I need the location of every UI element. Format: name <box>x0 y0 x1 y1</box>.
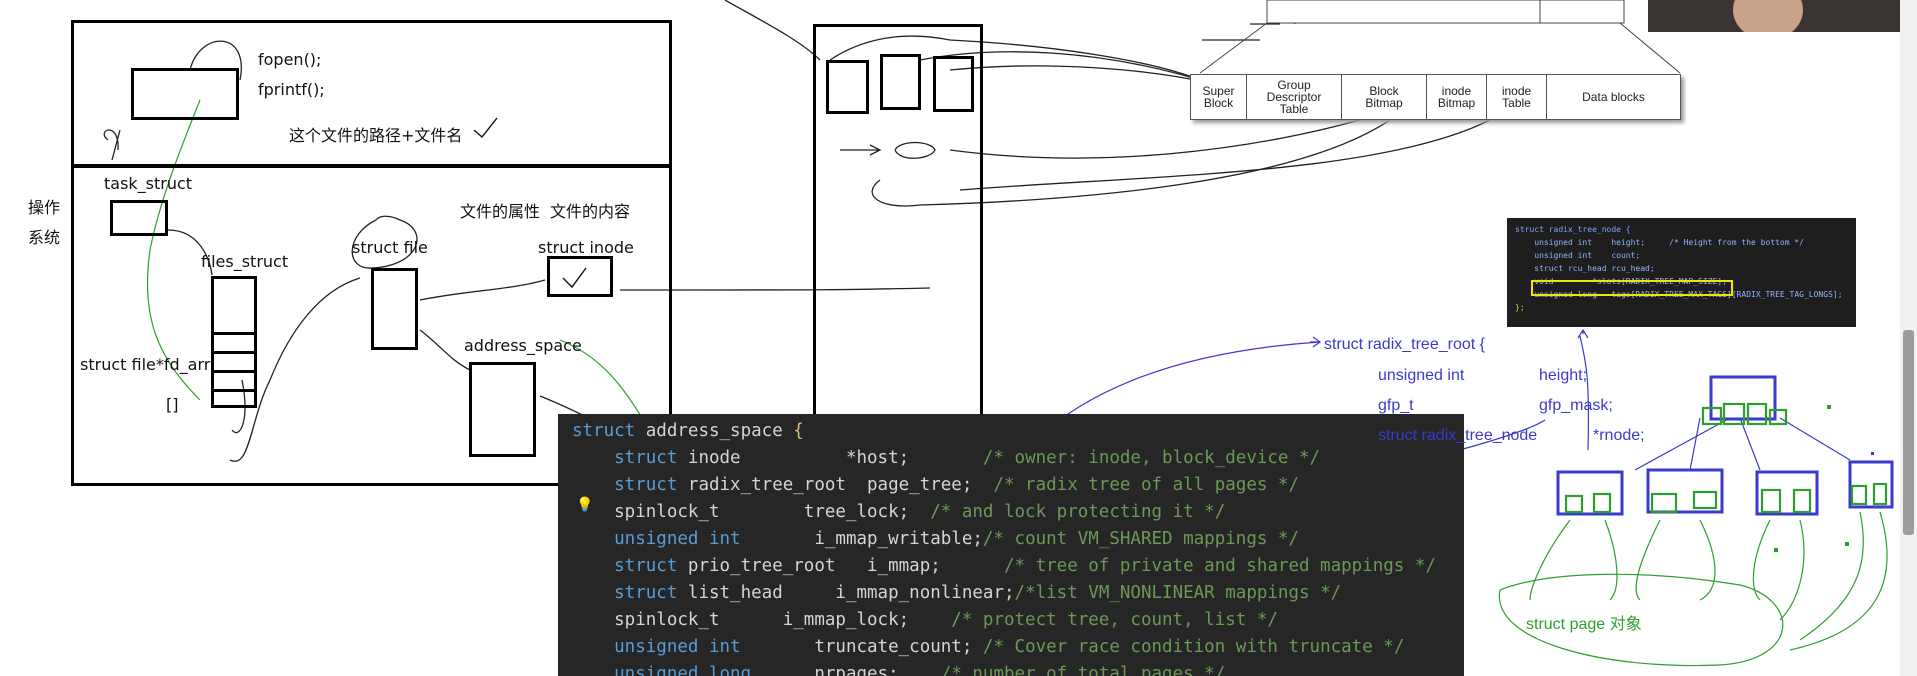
code-line: spinlock_t tree_lock; /* and lock protec… <box>572 499 1225 526</box>
code-token: unsigned int <box>572 529 752 549</box>
ext2-cell-block-bitmap: Block Bitmap <box>1342 75 1427 119</box>
mini-code-line: }; <box>1515 303 1525 312</box>
fopen-label: fopen(); <box>258 50 322 69</box>
code-line: struct prio_tree_root i_mmap; /* tree of… <box>572 553 1436 580</box>
highlight-slots <box>1531 280 1733 296</box>
code-token: unsigned int <box>572 637 752 657</box>
struct-file-label: struct file <box>352 238 428 257</box>
ext2-cell-inode-bitmap: inode Bitmap <box>1427 75 1487 119</box>
radix-root-line2b: height; <box>1539 367 1588 384</box>
address-space-rect <box>469 362 536 457</box>
ext2-cell-super-block: Super Block <box>1191 75 1247 119</box>
code-token: { <box>793 421 804 441</box>
code-token: truncate_count; <box>751 637 983 657</box>
code-token: struct <box>572 556 688 576</box>
struct-page-label: struct page 对象 <box>1526 616 1642 633</box>
file-content-label: 文件的内容 <box>550 202 631 221</box>
fd-arr-label: struct file*fd_arr <box>80 355 211 374</box>
webcam-overlay <box>1648 0 1900 32</box>
os-label: 操作 系统 <box>28 198 61 247</box>
mini-code-line: struct rcu_head rcu_head; <box>1515 264 1655 273</box>
address-space-label: address_space <box>464 336 582 355</box>
code-token: /* radix tree of all pages */ <box>993 475 1299 495</box>
struct-inode-label: struct inode <box>538 238 634 257</box>
disk-block-2 <box>880 54 921 110</box>
fd-slot-2 <box>211 370 257 392</box>
code-token: inode *host; <box>687 448 983 468</box>
file-attr-label: 文件的属性 <box>460 202 541 221</box>
code-token: /* number of total pages */ <box>940 664 1226 676</box>
code-token: spinlock_t tree_lock; <box>572 502 931 522</box>
code-token: /* protect tree, count, list */ <box>951 610 1278 630</box>
path-label: 这个文件的路径+文件名 <box>289 126 463 145</box>
code-token: list_head i_mmap_nonlinear; <box>687 583 1015 603</box>
code-token: address_space <box>645 421 794 441</box>
radix-root-line3b: gfp_mask; <box>1539 397 1613 414</box>
scrollbar-thumb[interactable] <box>1903 330 1914 535</box>
user-buffer-rect <box>131 68 239 120</box>
radix-tree-node-code: struct radix_tree_node { unsigned int he… <box>1507 218 1856 327</box>
radix-root-line3a: gfp_t <box>1378 397 1414 414</box>
mini-code-line: unsigned int count; <box>1515 251 1641 260</box>
disk-block-1 <box>826 60 869 114</box>
radix-root-line4a: struct radix_tree_node <box>1378 427 1538 444</box>
address-space-code: struct address_space { struct inode *hos… <box>558 414 1464 676</box>
code-token: prio_tree_root i_mmap; <box>687 556 1004 576</box>
code-line: struct inode *host; /* owner: inode, blo… <box>572 445 1320 472</box>
code-line: struct address_space { <box>572 418 804 445</box>
ext2-cell-data-blocks: Data blocks <box>1582 90 1645 104</box>
code-token: /* Cover race condition with truncate */ <box>982 637 1405 657</box>
code-token: nrpages; <box>761 664 941 676</box>
code-token: i_mmap_writable; <box>751 529 983 549</box>
code-token: /* owner: inode, block_device */ <box>982 448 1321 468</box>
code-line: spinlock_t i_mmap_lock; /* protect tree,… <box>572 607 1278 634</box>
task-struct-rect <box>110 200 168 236</box>
code-token: /* and lock protecting it */ <box>930 502 1226 522</box>
struct-file-rect <box>371 268 418 350</box>
code-token: /* count VM_SHARED mappings */ <box>982 529 1299 549</box>
fprintf-label: fprintf(); <box>258 80 325 99</box>
code-token: unsigned long <box>572 664 762 676</box>
code-line: unsigned long nrpages; /* number of tota… <box>572 661 1225 676</box>
code-line: unsigned int i_mmap_writable;/* count VM… <box>572 526 1299 553</box>
mini-code-line: struct radix_tree_node { <box>1515 225 1631 234</box>
ext2-cell-inode-table: inode Table <box>1487 75 1547 119</box>
code-token: struct <box>572 448 688 468</box>
code-line: struct radix_tree_root page_tree; /* rad… <box>572 472 1299 499</box>
ext2-layout-table: Super Block Group Descriptor Table Block… <box>1190 74 1681 120</box>
radix-root-line4b: *rnode; <box>1593 427 1645 444</box>
struct-inode-rect <box>547 256 613 297</box>
radix-root-line2a: unsigned int <box>1378 367 1465 384</box>
code-line: struct list_head i_mmap_nonlinear;/*list… <box>572 580 1341 607</box>
files-struct-label: files_struct <box>201 252 289 271</box>
task-struct-label: task_struct <box>104 174 193 193</box>
brackets-label: [] <box>166 395 179 414</box>
ext2-cell-gdt: Group Descriptor Table <box>1247 75 1342 119</box>
code-token: /* tree of private and shared mappings *… <box>1003 556 1436 576</box>
fd-slot-1 <box>211 332 257 354</box>
code-line: unsigned int truncate_count; /* Cover ra… <box>572 634 1404 661</box>
mini-code-line: unsigned int height; /* Height from the … <box>1515 238 1804 247</box>
code-token: struct <box>572 421 646 441</box>
code-token: struct <box>572 583 688 603</box>
code-token: spinlock_t i_mmap_lock; <box>572 610 952 630</box>
code-token: radix_tree_root page_tree; <box>687 475 994 495</box>
code-token: /*list VM_NONLINEAR mappings */ <box>1014 583 1342 603</box>
code-token: struct <box>572 475 688 495</box>
disk-block-3 <box>933 56 974 112</box>
lightbulb-icon: 💡 <box>576 497 594 513</box>
radix-root-line1: struct radix_tree_root { <box>1324 336 1485 353</box>
